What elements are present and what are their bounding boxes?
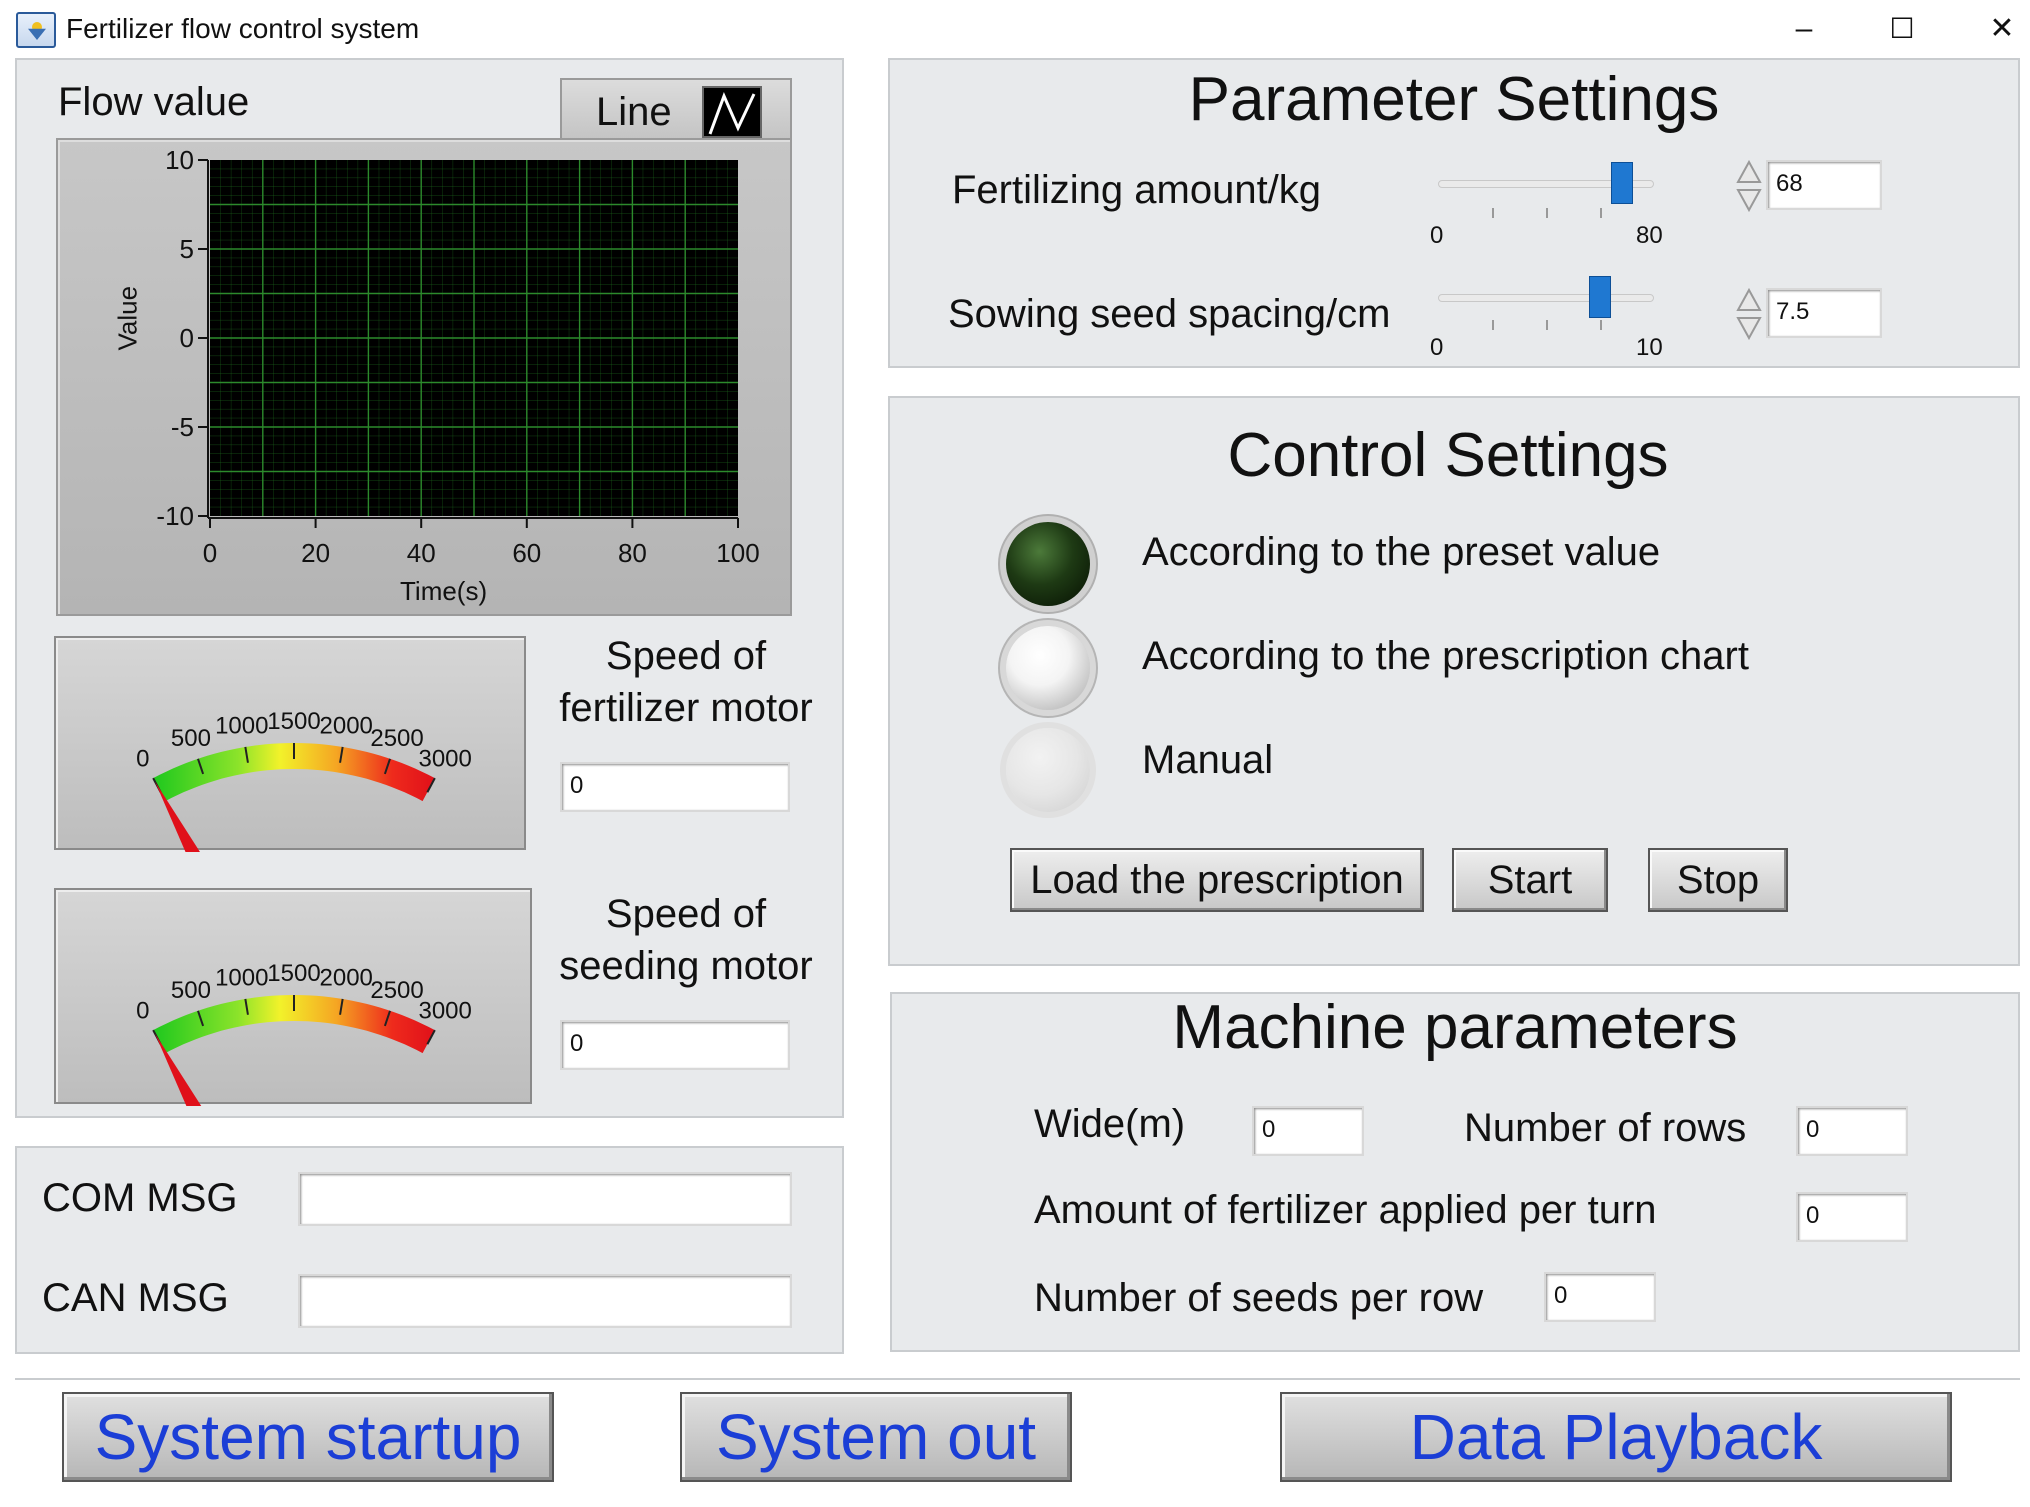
preset-value-led[interactable] <box>1006 522 1090 606</box>
fertilizing-min-label: 0 <box>1430 222 1444 249</box>
system-out-button[interactable]: System out <box>680 1392 1072 1482</box>
gauge-tick-label: 2000 <box>320 964 373 991</box>
fertilizing-amount-field[interactable]: 68 <box>1766 160 1882 210</box>
gauge-tick-label: 500 <box>171 977 211 1004</box>
gauge-tick-label: 500 <box>171 725 211 752</box>
fertilizer-per-turn-label: Amount of fertilizer applied per turn <box>1034 1188 1657 1232</box>
x-tick-label: 40 <box>407 538 436 568</box>
seeding-motor-gauge: 0 500 1000 1500 2000 2500 3000 <box>54 888 532 1106</box>
can-msg-label: CAN MSG <box>42 1276 229 1320</box>
load-prescription-button[interactable]: Load the prescription <box>1010 848 1424 912</box>
fertilizing-amount-numeric[interactable]: 68 <box>1734 156 1882 216</box>
start-button[interactable]: Start <box>1452 848 1608 912</box>
gauge-tick-label: 2500 <box>370 725 423 752</box>
manual-led[interactable] <box>1006 728 1090 812</box>
fertilizer-per-turn-field[interactable]: 0 <box>1796 1192 1908 1242</box>
parameter-settings-title: Parameter Settings <box>1188 65 1720 134</box>
fertilizing-amount-slider[interactable]: 0 80 <box>1430 160 1663 249</box>
manual-label: Manual <box>1142 738 1274 782</box>
wide-field[interactable]: 0 <box>1252 1106 1364 1156</box>
com-msg-label: COM MSG <box>42 1176 238 1220</box>
fertilizing-max-label: 80 <box>1636 222 1663 249</box>
flow-chart: 10 5 0 -5 -10 0 20 40 60 80 100 <box>156 145 759 568</box>
seed-spacing-slider[interactable]: 0 10 <box>1430 274 1663 361</box>
seed-spacing-field[interactable]: 7.5 <box>1766 288 1882 338</box>
y-tick-label: -5 <box>171 412 194 442</box>
gauge-tick-label: 3000 <box>418 746 471 773</box>
spinner-arrows-icon[interactable] <box>1734 158 1764 214</box>
seed-spacing-min-label: 0 <box>1430 334 1444 361</box>
x-tick-label: 60 <box>512 538 541 568</box>
seeding-motor-label: Speed of seeding motor <box>559 892 813 988</box>
gauge-tick-label: 1500 <box>267 708 320 735</box>
gauge-tick-label: 1500 <box>267 960 320 987</box>
fertilizer-motor-gauge: 0 500 1000 1500 2000 2500 3000 <box>54 636 526 852</box>
seed-spacing-label: Sowing seed spacing/cm <box>948 292 1391 336</box>
number-of-rows-label: Number of rows <box>1464 1106 1747 1150</box>
seeding-motor-speed-field[interactable]: 0 <box>560 1020 790 1070</box>
fertilizing-amount-label: Fertilizing amount/kg <box>952 168 1322 212</box>
com-msg-field[interactable] <box>298 1172 792 1226</box>
gauge-tick-label: 1000 <box>215 964 268 991</box>
gauge-tick-label: 3000 <box>418 998 471 1025</box>
fertilizing-slider-thumb[interactable] <box>1610 162 1633 204</box>
seed-spacing-numeric[interactable]: 7.5 <box>1734 284 1882 344</box>
close-button[interactable]: ✕ <box>1972 6 2030 52</box>
fertilizer-motor-speed-field[interactable]: 0 <box>560 762 790 812</box>
control-settings-title: Control Settings <box>1227 421 1669 490</box>
x-tick-label: 80 <box>618 538 647 568</box>
y-tick-label: 0 <box>180 323 194 353</box>
stop-button[interactable]: Stop <box>1648 848 1788 912</box>
system-startup-button[interactable]: System startup <box>62 1392 554 1482</box>
prescription-chart-label: According to the prescription chart <box>1142 634 1749 678</box>
can-msg-field[interactable] <box>298 1274 792 1328</box>
fertilizer-motor-label: Speed of fertilizer motor <box>559 634 813 730</box>
seed-spacing-max-label: 10 <box>1636 334 1663 361</box>
minimize-button[interactable]: – <box>1774 6 1834 52</box>
seed-spacing-slider-thumb[interactable] <box>1589 276 1611 318</box>
x-tick-label: 0 <box>203 538 217 568</box>
gauge-tick-label: 1000 <box>215 712 268 739</box>
y-tick-label: -10 <box>156 501 194 531</box>
gauge-tick-label: 0 <box>136 746 149 773</box>
seeds-per-row-label: Number of seeds per row <box>1034 1276 1484 1320</box>
gauge-tick-label: 2500 <box>370 977 423 1004</box>
gauge-tick-label: 2000 <box>320 712 373 739</box>
y-tick-label: 10 <box>165 145 194 175</box>
spinner-arrows-icon[interactable] <box>1734 286 1764 342</box>
prescription-chart-led[interactable] <box>1006 626 1090 710</box>
machine-parameters-title: Machine parameters <box>1172 993 1738 1062</box>
data-playback-button[interactable]: Data Playback <box>1280 1392 1952 1482</box>
y-tick-label: 5 <box>180 234 194 264</box>
bottom-divider <box>15 1378 2020 1380</box>
seeds-per-row-field[interactable]: 0 <box>1544 1272 1656 1322</box>
maximize-button[interactable]: ☐ <box>1872 6 1932 52</box>
x-tick-label: 20 <box>301 538 330 568</box>
gauge-tick-label: 0 <box>136 998 149 1025</box>
number-of-rows-field[interactable]: 0 <box>1796 1106 1908 1156</box>
preset-value-label: According to the preset value <box>1142 530 1661 574</box>
wide-label: Wide(m) <box>1034 1102 1186 1146</box>
x-tick-label: 100 <box>716 538 759 568</box>
